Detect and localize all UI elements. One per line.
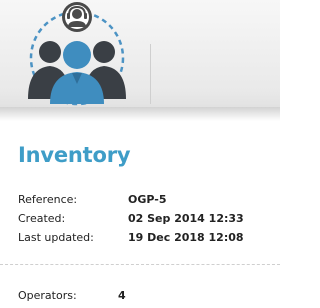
reference-label: Reference: xyxy=(18,193,78,206)
page-title: Inventory xyxy=(18,143,131,167)
header-separator xyxy=(150,44,151,104)
operators-count: 4 xyxy=(118,289,126,302)
created-value: 02 Sep 2014 12:33 xyxy=(128,212,244,225)
section-divider xyxy=(0,264,280,265)
operators-group-icon xyxy=(20,0,140,112)
reference-value: OGP-5 xyxy=(128,193,167,206)
last-updated-value: 19 Dec 2018 12:08 xyxy=(128,231,244,244)
created-label: Created: xyxy=(18,212,66,225)
last-updated-label: Last updated: xyxy=(18,231,94,244)
operators-label: Operators: xyxy=(18,289,77,302)
